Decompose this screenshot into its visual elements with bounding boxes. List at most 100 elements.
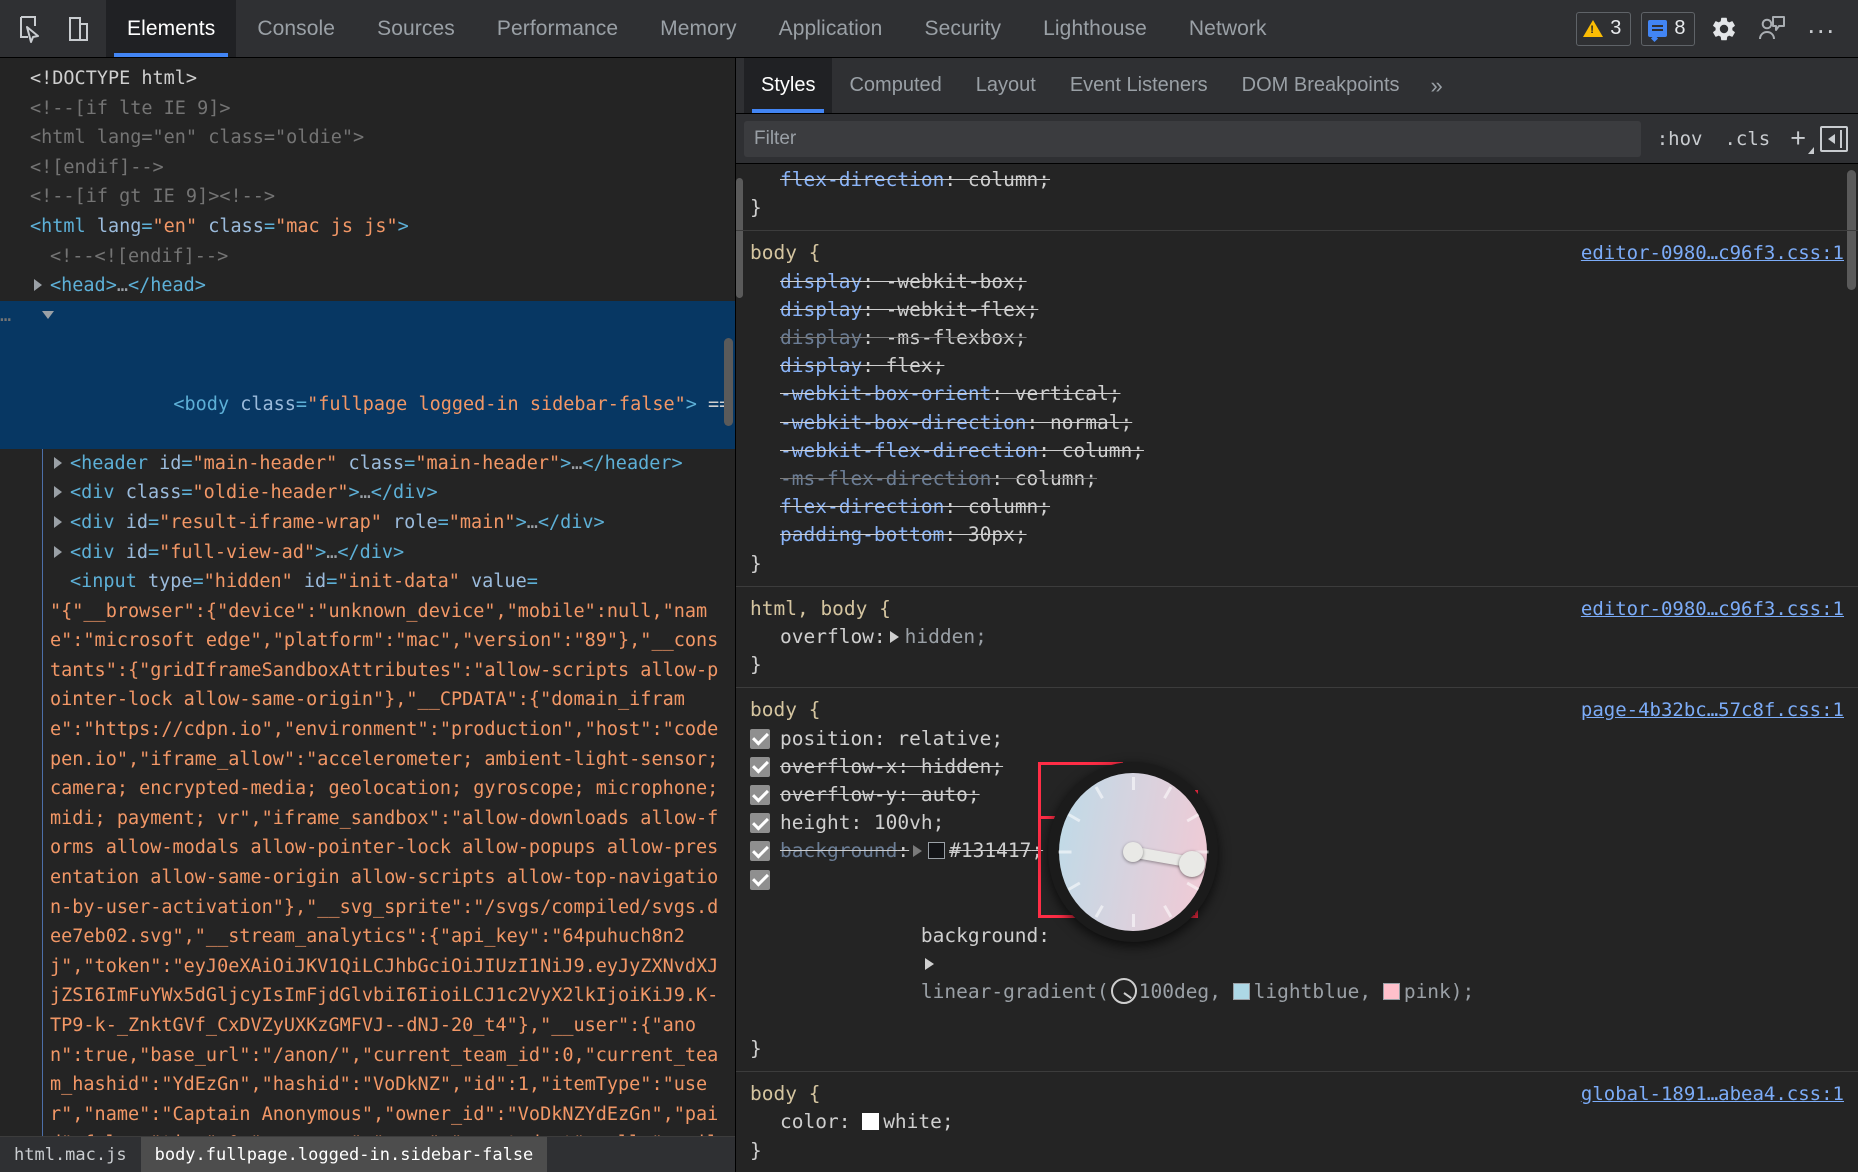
declaration-padding-bottom[interactable]: padding-bottom: 30px; [736,521,1858,549]
new-style-rule-button[interactable]: + [1786,125,1810,152]
tab-sources[interactable]: Sources [356,0,476,57]
dom-tree-scrollbar[interactable] [724,338,733,426]
css-source-link[interactable]: page-4b32bc…57c8f.css:1 [1581,696,1844,724]
declaration-webkit-box-orient[interactable]: -webkit-box-orient: vertical; [736,380,1858,408]
css-source-link[interactable]: editor-0980…c96f3.css:1 [1581,239,1844,267]
tab-layout[interactable]: Layout [959,58,1053,113]
declaration-overflow-y[interactable]: overflow-y: auto; [736,781,1858,809]
declaration-checkbox[interactable] [750,841,770,861]
expand-oldie-header-arrow[interactable] [54,486,62,498]
declaration-flex-direction[interactable]: flex-direction: column; [736,493,1858,521]
declaration-webkit-flex-direction[interactable]: -webkit-flex-direction: column; [736,437,1858,465]
declaration-checkbox[interactable] [750,785,770,805]
declaration-ms-flex-direction[interactable]: -ms-flex-direction: column; [736,465,1858,493]
css-selector[interactable]: html, body { [750,595,891,623]
settings-gear-icon[interactable] [1705,10,1743,48]
declaration-position[interactable]: position: relative; [736,725,1858,753]
expand-head-arrow[interactable] [34,279,42,291]
dom-line-comment-2[interactable]: <html lang="en" class="oldie"> [0,123,735,153]
warning-count-badge[interactable]: 3 [1576,12,1631,46]
dom-line-result-iframe-wrap[interactable]: <div id="result-iframe-wrap" role="main"… [0,508,735,538]
color-swatch-lightblue[interactable] [1233,983,1250,1000]
declaration-checkbox[interactable] [750,729,770,749]
css-source-link[interactable]: global-1891…abea4.css:1 [1581,1080,1844,1108]
dom-line-comment-3[interactable]: <![endif]--> [0,153,735,183]
breadcrumb-item-body[interactable]: body.fullpage.logged-in.sidebar-false [141,1137,548,1172]
expand-background-arrow[interactable] [913,845,922,857]
css-selector[interactable]: body { [750,1080,820,1108]
tab-dom-breakpoints[interactable]: DOM Breakpoints [1225,58,1417,113]
declaration-display-webkit-box[interactable]: display: -webkit-box; [736,268,1858,296]
declaration-display-flex[interactable]: display: flex; [736,352,1858,380]
declaration-checkbox[interactable] [750,757,770,777]
cls-toggle-button[interactable]: .cls [1718,128,1776,150]
css-selector[interactable]: body { [750,696,820,724]
declaration-checkbox[interactable] [750,813,770,833]
gradient-angle-value[interactable]: 100deg [1139,980,1209,1003]
dom-line-comment-1[interactable]: <!--[if lte IE 9]> [0,94,735,124]
tab-memory[interactable]: Memory [639,0,757,57]
dom-line-full-view-ad[interactable]: <div id="full-view-ad">…</div> [0,538,735,568]
dom-tree[interactable]: <!DOCTYPE html> <!--[if lte IE 9]> <html… [0,58,735,1136]
panel-toggle-icon[interactable] [1820,126,1848,152]
tab-styles[interactable]: Styles [744,58,832,113]
color-swatch[interactable] [928,842,945,859]
dom-line-oldie-header[interactable]: <div class="oldie-header">…</div> [0,478,735,508]
more-tabs-chevron-icon[interactable]: » [1417,58,1457,113]
angle-picker-icon[interactable] [1111,978,1137,1004]
declaration-background-gradient[interactable]: background: linear-gradient(100deg, ligh… [736,866,1858,1035]
declaration-flex-direction-top[interactable]: flex-direction: column; [736,166,1858,194]
tab-lighthouse[interactable]: Lighthouse [1022,0,1168,57]
breadcrumb-item-html[interactable]: html.mac.js [0,1137,141,1172]
dom-line-header[interactable]: <header id="main-header" class="main-hea… [0,449,735,479]
tab-network[interactable]: Network [1168,0,1288,57]
collapse-body-arrow[interactable] [42,311,54,325]
inspect-element-icon[interactable] [14,12,48,46]
dom-line-doctype[interactable]: <!DOCTYPE html> [0,64,735,94]
styles-filter-input[interactable] [744,121,1641,157]
angle-clock-knob[interactable] [1179,851,1205,877]
device-toolbar-icon[interactable] [62,12,96,46]
tab-event-listeners-label: Event Listeners [1070,74,1208,97]
declaration-height[interactable]: height: 100vh; [736,809,1858,837]
declaration-overflow[interactable]: overflow:hidden; [736,623,1858,651]
tab-security[interactable]: Security [903,0,1022,57]
expand-gradient-arrow[interactable] [925,958,934,970]
css-rule-header: body { editor-0980…c96f3.css:1 [736,239,1858,267]
tab-event-listeners[interactable]: Event Listeners [1053,58,1225,113]
message-count-badge[interactable]: 8 [1641,12,1695,46]
expand-result-iframe-arrow[interactable] [54,516,62,528]
more-options-icon[interactable]: ... [1801,19,1842,38]
color-swatch-pink[interactable] [1383,983,1400,1000]
dom-line-comment-5[interactable]: <!--<![endif]--> [0,242,735,272]
declaration-overflow-x[interactable]: overflow-x: hidden; [736,753,1858,781]
css-rules-list[interactable]: flex-direction: column; } body { editor-… [736,164,1858,1172]
declaration-checkbox[interactable] [750,870,770,890]
declaration-display-webkit-flex[interactable]: display: -webkit-flex; [736,296,1858,324]
profile-feedback-icon[interactable] [1753,10,1791,48]
css-source-link[interactable]: editor-0980…c96f3.css:1 [1581,595,1844,623]
tab-computed[interactable]: Computed [832,58,958,113]
expand-full-view-ad-arrow[interactable] [54,546,62,558]
tab-application[interactable]: Application [758,0,904,57]
tab-elements[interactable]: Elements [106,0,236,57]
hov-toggle-button[interactable]: :hov [1651,128,1709,150]
dom-line-init-data-input[interactable]: <input type="hidden" id="init-data" valu… [0,567,735,597]
expand-header-arrow[interactable] [54,457,62,469]
tab-console[interactable]: Console [236,0,356,57]
dom-line-html[interactable]: <html lang="en" class="mac js js"> [0,212,735,242]
angle-clock-picker[interactable] [1048,762,1228,942]
angle-clock-dial[interactable] [1048,762,1218,942]
dom-line-comment-4[interactable]: <!--[if gt IE 9]><!--> [0,182,735,212]
color-swatch-white[interactable] [862,1113,879,1130]
expand-shorthand-arrow[interactable] [890,631,899,643]
declaration-webkit-box-direction[interactable]: -webkit-box-direction: normal; [736,409,1858,437]
dom-line-head[interactable]: <head>…</head> [0,271,735,301]
dom-init-data-value[interactable]: "{"__browser":{"device":"unknown_device"… [0,597,735,1136]
declaration-color[interactable]: color: white; [736,1108,1858,1136]
tab-performance[interactable]: Performance [476,0,639,57]
declaration-display-ms-flexbox[interactable]: display: -ms-flexbox; [736,324,1858,352]
dom-line-body-selected[interactable]: … <body class="fullpage logged-in sideba… [0,301,735,449]
declaration-background-hex[interactable]: background:#131417; [736,837,1858,865]
css-selector[interactable]: body { [750,239,820,267]
